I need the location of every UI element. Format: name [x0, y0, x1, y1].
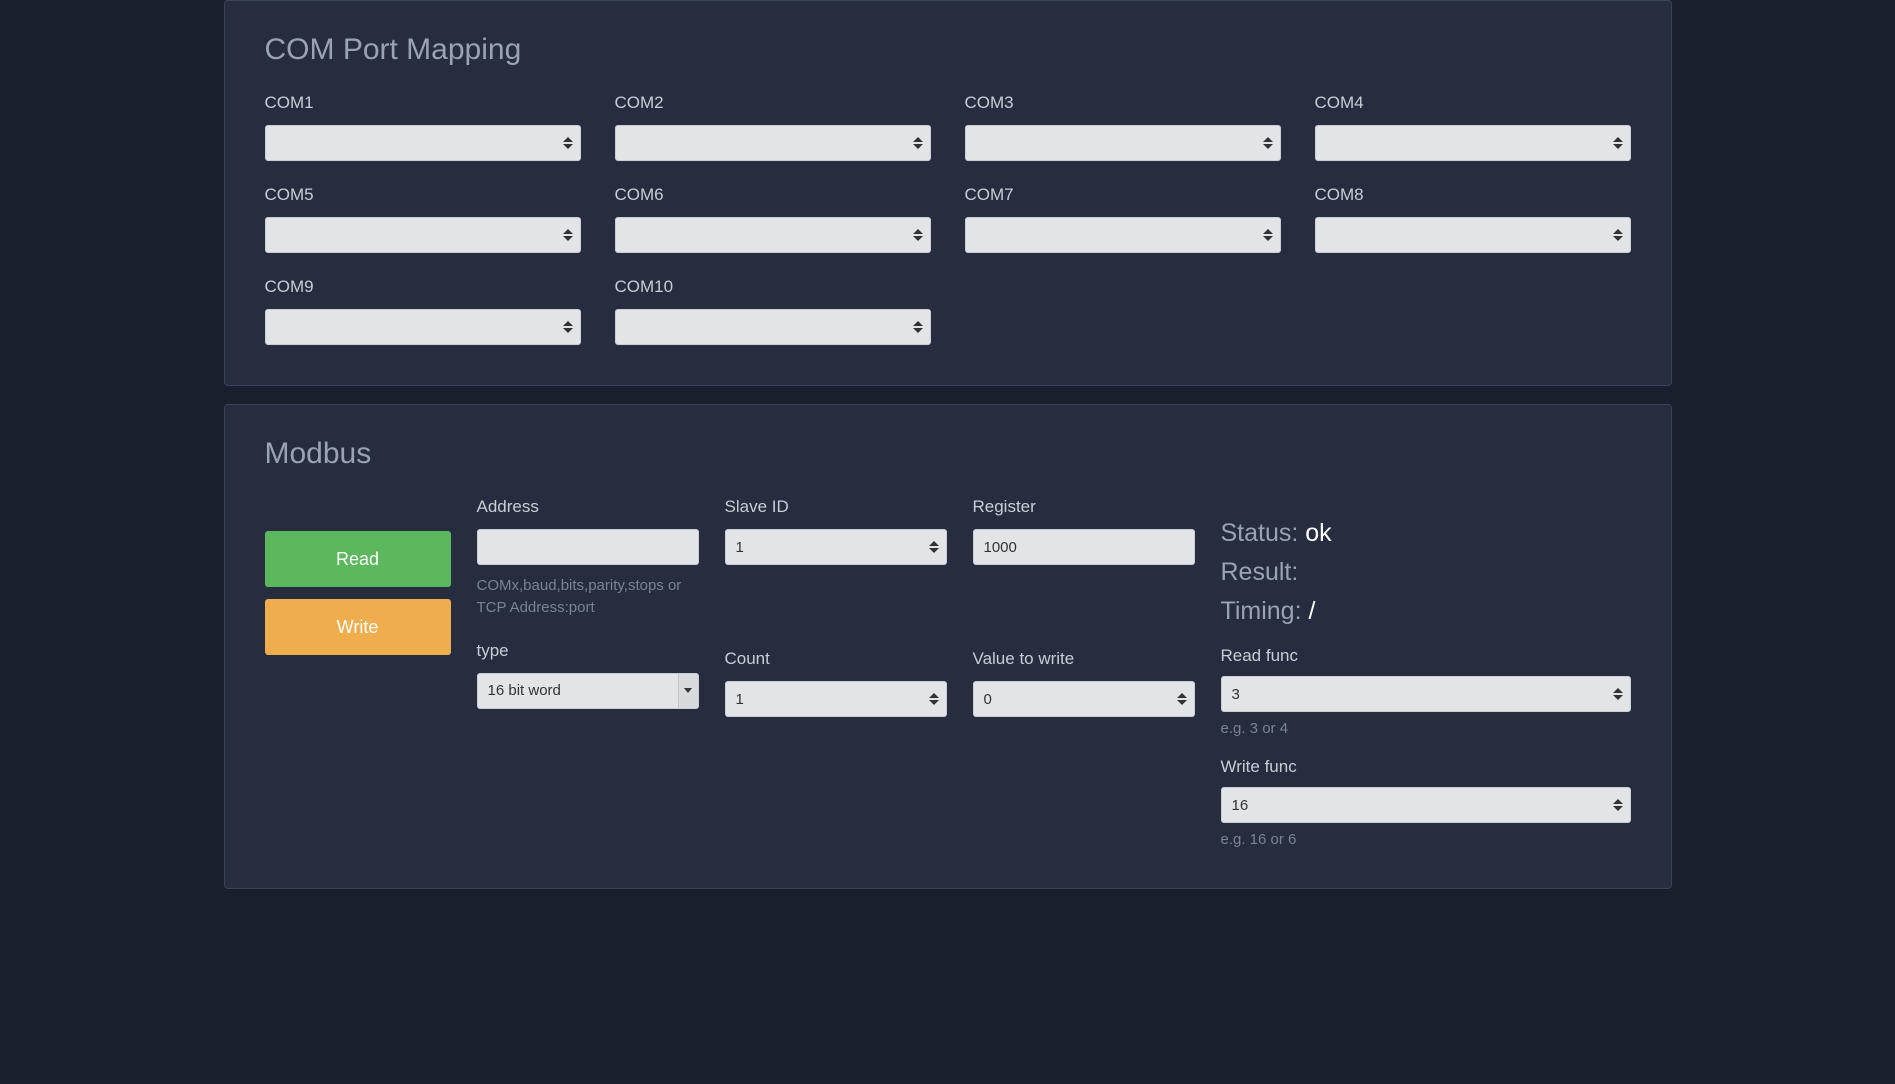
com5-group: COM5 [265, 185, 581, 253]
type-select[interactable]: 16 bit word [477, 673, 699, 709]
value-to-write-label: Value to write [973, 649, 1195, 669]
timing-value: / [1308, 597, 1315, 625]
status-value: ok [1305, 519, 1331, 547]
com7-group: COM7 [965, 185, 1281, 253]
com7-label: COM7 [965, 185, 1281, 205]
write-func-input[interactable] [1221, 787, 1631, 823]
register-input[interactable] [973, 529, 1195, 565]
count-label: Count [725, 649, 947, 669]
write-func-label: Write func [1221, 757, 1631, 777]
com-port-grid: COM1 COM2 COM3 [265, 93, 1631, 345]
com6-group: COM6 [615, 185, 931, 253]
timing-line: Timing: / [1221, 597, 1631, 626]
read-func-input[interactable] [1221, 676, 1631, 712]
com10-input[interactable] [615, 309, 931, 345]
com6-label: COM6 [615, 185, 931, 205]
modbus-col-register-value: Register Value to write [973, 497, 1195, 717]
write-func-group: Write func e.g. 16 or 6 [1221, 757, 1631, 848]
com9-group: COM9 [265, 277, 581, 345]
address-label: Address [477, 497, 699, 517]
status-label: Status: [1221, 519, 1306, 547]
modbus-title: Modbus [265, 437, 1631, 471]
read-func-help: e.g. 3 or 4 [1221, 720, 1631, 737]
modbus-col-slave-count: Slave ID Count [725, 497, 947, 717]
com10-group: COM10 [615, 277, 931, 345]
com4-group: COM4 [1315, 93, 1631, 161]
modbus-status-column: Status: ok Result: Timing: / Read func e… [1221, 497, 1631, 848]
com2-group: COM2 [615, 93, 931, 161]
register-label: Register [973, 497, 1195, 517]
result-label: Result: [1221, 558, 1299, 586]
address-help: COMx,baud,bits,parity,stops or TCP Addre… [477, 575, 699, 619]
slave-id-label: Slave ID [725, 497, 947, 517]
com1-label: COM1 [265, 93, 581, 113]
com2-input[interactable] [615, 125, 931, 161]
com8-input[interactable] [1315, 217, 1631, 253]
com1-group: COM1 [265, 93, 581, 161]
com5-input[interactable] [265, 217, 581, 253]
read-button[interactable]: Read [265, 531, 451, 587]
modbus-card: Modbus Read Write Address COMx,baud,bits… [224, 404, 1672, 889]
address-input[interactable] [477, 529, 699, 565]
com7-input[interactable] [965, 217, 1281, 253]
modbus-col-address-type: Address COMx,baud,bits,parity,stops or T… [477, 497, 699, 709]
value-to-write-input[interactable] [973, 681, 1195, 717]
status-line: Status: ok [1221, 519, 1631, 548]
com4-label: COM4 [1315, 93, 1631, 113]
result-line: Result: [1221, 558, 1631, 587]
com-port-mapping-title: COM Port Mapping [265, 33, 1631, 67]
com8-label: COM8 [1315, 185, 1631, 205]
slave-id-input[interactable] [725, 529, 947, 565]
write-func-help: e.g. 16 or 6 [1221, 831, 1631, 848]
timing-label: Timing: [1221, 597, 1309, 625]
com10-label: COM10 [615, 277, 931, 297]
com6-input[interactable] [615, 217, 931, 253]
count-input[interactable] [725, 681, 947, 717]
com2-label: COM2 [615, 93, 931, 113]
com8-group: COM8 [1315, 185, 1631, 253]
com3-label: COM3 [965, 93, 1281, 113]
write-button[interactable]: Write [265, 599, 451, 655]
type-label: type [477, 641, 699, 661]
com9-input[interactable] [265, 309, 581, 345]
read-func-group: Read func e.g. 3 or 4 [1221, 646, 1631, 737]
com4-input[interactable] [1315, 125, 1631, 161]
modbus-button-column: Read Write [265, 497, 451, 655]
com9-label: COM9 [265, 277, 581, 297]
com3-group: COM3 [965, 93, 1281, 161]
com5-label: COM5 [265, 185, 581, 205]
com1-input[interactable] [265, 125, 581, 161]
com-port-mapping-card: COM Port Mapping COM1 COM2 COM3 [224, 0, 1672, 386]
com3-input[interactable] [965, 125, 1281, 161]
read-func-label: Read func [1221, 646, 1631, 666]
